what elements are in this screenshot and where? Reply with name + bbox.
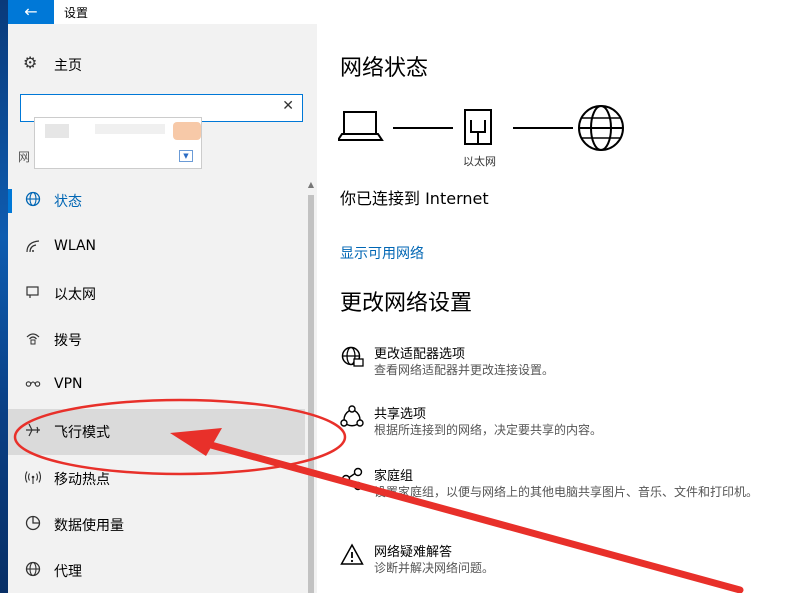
- sidebar-group-label: 网: [18, 150, 31, 164]
- scroll-thumb[interactable]: [308, 195, 314, 593]
- laptop-icon: [338, 111, 384, 141]
- arrow-left-icon: ←: [24, 2, 38, 21]
- redacted-region: [95, 124, 165, 134]
- sidebar-item-label: 代理: [54, 564, 82, 580]
- option-description: 查看网络适配器并更改连接设置。: [374, 363, 555, 377]
- sidebar-item-label: 数据使用量: [54, 518, 124, 534]
- window-title: 设置: [64, 6, 89, 20]
- option-title: 网络疑难解答: [374, 545, 453, 560]
- title-bar: [8, 0, 794, 24]
- chevron-up-icon[interactable]: ▲: [305, 178, 317, 192]
- sidebar-item-wlan[interactable]: WLAN: [8, 225, 305, 271]
- sidebar-item-label: 状态: [54, 194, 82, 210]
- sidebar-item-label: VPN: [54, 376, 83, 392]
- globe-icon: [24, 561, 42, 581]
- gear-icon: ⚙: [23, 53, 38, 72]
- sidebar-item-label: 飞行模式: [54, 425, 110, 441]
- sidebar-item-label: 以太网: [54, 287, 96, 303]
- airplane-icon: [24, 422, 42, 442]
- sidebar-item-label: 拨号: [54, 333, 82, 349]
- warning-icon: [340, 543, 364, 565]
- adapter-globe-icon: [341, 346, 364, 367]
- close-icon[interactable]: ✕: [282, 98, 294, 114]
- connection-status-text: 你已连接到 Internet: [340, 189, 489, 208]
- option-troubleshoot[interactable]: 网络疑难解答 诊断并解决网络问题。: [340, 541, 780, 591]
- redacted-region: [173, 122, 201, 140]
- internet-globe-icon: [578, 105, 624, 151]
- sidebar-item-proxy[interactable]: 代理: [8, 548, 305, 594]
- option-title: 家庭组: [374, 469, 414, 484]
- sidebar-item-label: WLAN: [54, 238, 97, 254]
- show-available-networks-link[interactable]: 显示可用网络: [340, 243, 424, 263]
- sidebar-item-ethernet[interactable]: 以太网: [8, 271, 305, 317]
- wifi-icon: [24, 238, 42, 258]
- sidebar-item-airplane-mode[interactable]: 飞行模式: [8, 409, 305, 455]
- sidebar-item-status[interactable]: 状态: [8, 178, 305, 224]
- sidebar-item-label: 移动热点: [54, 472, 110, 488]
- data-usage-icon: [24, 515, 42, 535]
- chevron-down-icon[interactable]: ▼: [179, 150, 193, 162]
- active-indicator: [8, 189, 12, 213]
- redacted-region: [45, 124, 69, 138]
- ethernet-port-icon: [464, 109, 492, 145]
- homegroup-icon: [341, 467, 363, 491]
- option-sharing[interactable]: 共享选项 根据所连接到的网络，决定要共享的内容。: [340, 403, 780, 453]
- option-description: 诊断并解决网络问题。: [374, 561, 495, 575]
- vpn-icon: [24, 376, 42, 396]
- back-button[interactable]: ←: [8, 0, 54, 24]
- option-adapter[interactable]: 更改适配器选项 查看网络适配器并更改连接设置。: [340, 343, 780, 393]
- dialup-icon: [24, 330, 42, 350]
- globe-icon: [24, 191, 42, 211]
- sidebar-home-label: 主页: [54, 58, 82, 74]
- hotspot-icon: [24, 469, 42, 489]
- option-description: 根据所连接到的网络，决定要共享的内容。: [374, 423, 603, 437]
- page-title: 网络状态: [340, 56, 429, 81]
- sidebar-item-dialup[interactable]: 拨号: [8, 317, 305, 363]
- option-title: 共享选项: [374, 407, 427, 422]
- ethernet-icon: [24, 284, 42, 304]
- sharing-icon: [340, 405, 364, 427]
- option-title: 更改适配器选项: [374, 347, 466, 362]
- desktop-background-strip: [0, 0, 8, 593]
- diagram-caption: 以太网: [463, 155, 496, 168]
- option-homegroup[interactable]: 家庭组 设置家庭组，以便与网络上的其他电脑共享图片、音乐、文件和打印机。: [340, 465, 780, 525]
- sidebar-item-vpn[interactable]: VPN: [8, 363, 305, 409]
- search-suggestion-popup[interactable]: ▼: [34, 117, 202, 169]
- sidebar-item-data-usage[interactable]: 数据使用量: [8, 502, 305, 548]
- section-heading: 更改网络设置: [340, 291, 473, 316]
- sidebar-item-hotspot[interactable]: 移动热点: [8, 456, 305, 502]
- option-description: 设置家庭组，以便与网络上的其他电脑共享图片、音乐、文件和打印机。: [374, 485, 759, 499]
- sidebar-home[interactable]: ⚙ 主页: [8, 46, 305, 80]
